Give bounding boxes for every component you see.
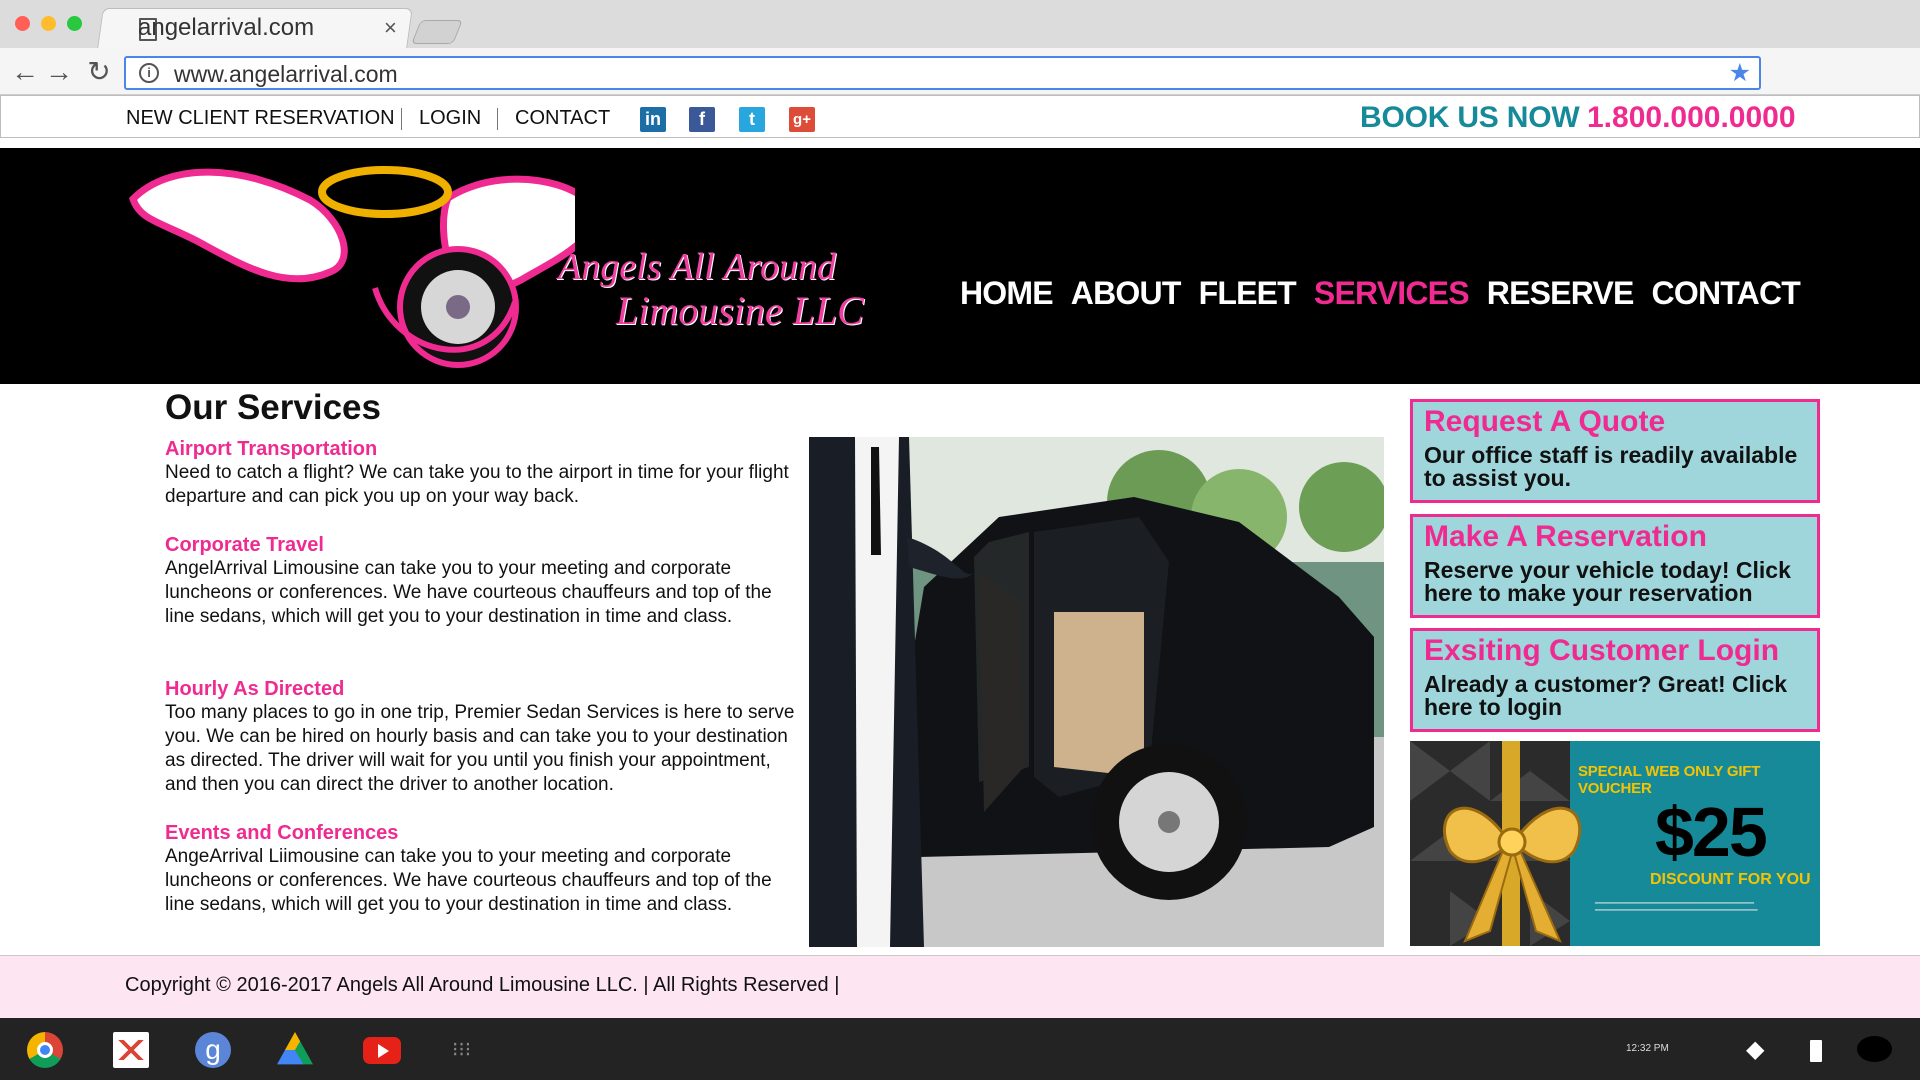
battery-icon[interactable] — [1810, 1040, 1822, 1062]
close-window-button[interactable] — [15, 16, 30, 31]
service-description: Need to catch a flight? We can take you … — [165, 462, 789, 507]
service-heading: Corporate Travel — [165, 534, 324, 556]
customer-login-title[interactable]: Exsiting Customer Login — [1413, 631, 1817, 667]
service-hourly: Hourly As Directed Too many places to go… — [165, 677, 805, 797]
site-footer: Copyright © 2016-2017 Angels All Around … — [0, 955, 1920, 1018]
main-navigation: HOME ABOUT FLEET SERVICES RESERVE CONTAC… — [960, 275, 1801, 312]
book-us-now-text: BOOK US NOW — [1360, 101, 1580, 134]
address-bar[interactable]: i www.angelarrival.com ★ — [124, 56, 1761, 90]
service-events: Events and Conferences AngeArrival Liimo… — [165, 821, 805, 917]
new-client-reservation-link[interactable]: NEW CLIENT RESERVATION — [126, 107, 395, 130]
logo-text-line-2: Limousine LLC — [616, 288, 864, 333]
service-description: AngeArrival Liimousine can take you to y… — [165, 846, 772, 915]
chauffeur-car-illustration — [809, 437, 1384, 947]
chrome-icon[interactable] — [27, 1032, 63, 1068]
service-airport: Airport Transportation Need to catch a f… — [165, 437, 805, 509]
minimize-window-button[interactable] — [41, 16, 56, 31]
bookmark-star-icon[interactable]: ★ — [1729, 58, 1751, 88]
utility-bar: NEW CLIENT RESERVATION LOGIN CONTACT in … — [0, 95, 1920, 138]
nav-services[interactable]: SERVICES — [1314, 275, 1470, 312]
make-reservation-title[interactable]: Make A Reservation — [1413, 517, 1817, 553]
back-icon[interactable]: ← — [8, 56, 42, 88]
service-heading: Events and Conferences — [165, 822, 399, 844]
service-corporate-travel: Corporate Travel AngelArrival Limousine … — [165, 533, 805, 629]
divider — [497, 108, 498, 130]
service-description: AngelArrival Limousine can take you to y… — [165, 558, 772, 627]
google-search-icon[interactable]: g — [195, 1032, 231, 1068]
limousine-photo — [809, 437, 1384, 947]
tab-title: angelarrival.com — [138, 14, 315, 41]
page-title: Our Services — [165, 388, 381, 427]
wifi-icon[interactable]: ◆ — [1746, 1032, 1782, 1068]
browser-title-bar: angelarrival.com × — [0, 0, 1920, 48]
request-quote-text[interactable]: Our office staff is readily available to… — [1413, 438, 1817, 490]
voucher-discount-text: DISCOUNT FOR YOU — [1650, 871, 1811, 888]
clock-time[interactable]: 12:32 PM — [1626, 1043, 1669, 1054]
gmail-icon[interactable] — [113, 1032, 149, 1068]
contact-link[interactable]: CONTACT — [515, 107, 610, 130]
youtube-icon[interactable] — [363, 1037, 401, 1064]
linkedin-icon[interactable]: in — [640, 107, 666, 132]
info-icon[interactable]: i — [139, 63, 159, 83]
make-reservation-text[interactable]: Reserve your vehicle today! Click here t… — [1413, 553, 1817, 605]
profile-avatar[interactable] — [1857, 1036, 1892, 1062]
service-heading: Airport Transportation — [165, 438, 378, 460]
twitter-icon[interactable]: t — [739, 107, 765, 132]
nav-about[interactable]: ABOUT — [1071, 275, 1182, 312]
app-launcher-icon[interactable]: ⁝⁝⁝ — [452, 1032, 488, 1068]
customer-login-box[interactable]: Exsiting Customer Login Already a custom… — [1410, 628, 1820, 732]
logo-text-line-1: Angels All Around — [558, 246, 836, 288]
copyright-text: Copyright © 2016-2017 Angels All Around … — [125, 974, 840, 996]
facebook-icon[interactable]: f — [689, 107, 715, 132]
login-link[interactable]: LOGIN — [419, 107, 481, 130]
request-quote-title[interactable]: Request A Quote — [1413, 402, 1817, 438]
voucher-amount: $25 — [1655, 793, 1768, 871]
nav-reserve[interactable]: RESERVE — [1487, 275, 1635, 312]
service-heading: Hourly As Directed — [165, 678, 345, 700]
new-tab-button[interactable] — [411, 20, 463, 44]
chrome-os-shelf: g ⁝⁝⁝ 12:32 PM ◆ — [0, 1018, 1920, 1080]
nav-contact[interactable]: CONTACT — [1652, 275, 1801, 312]
divider — [401, 108, 402, 130]
gift-voucher-banner[interactable]: SPECIAL WEB ONLY GIFT VOUCHER $25 DISCOU… — [1410, 741, 1820, 946]
make-reservation-box[interactable]: Make A Reservation Reserve your vehicle … — [1410, 514, 1820, 618]
nav-fleet[interactable]: FLEET — [1199, 275, 1297, 312]
request-quote-box[interactable]: Request A Quote Our office staff is read… — [1410, 399, 1820, 503]
site-header: Angels All Around Limousine LLC HOME ABO… — [0, 148, 1920, 384]
nav-home[interactable]: HOME — [960, 275, 1054, 312]
tab-close-icon[interactable]: × — [384, 15, 397, 41]
google-plus-icon[interactable]: g+ — [789, 107, 815, 132]
customer-login-text[interactable]: Already a customer? Great! Click here to… — [1413, 667, 1817, 719]
maximize-window-button[interactable] — [67, 16, 82, 31]
browser-toolbar: ← → ↻ i www.angelarrival.com ★ ▣ ◆ ☁ ⋮ — [0, 48, 1920, 131]
service-description: Too many places to go in one trip, Premi… — [165, 702, 795, 795]
forward-icon[interactable]: → — [42, 56, 76, 88]
voucher-fine-print: ━━━━━━━━━━━━━━━━━━━━━━━━━━━━━━━━━━━━━━━━… — [1595, 901, 1758, 914]
google-drive-icon[interactable] — [277, 1032, 313, 1065]
angel-wheel-logo[interactable] — [125, 152, 575, 384]
phone-number[interactable]: 1.800.000.0000 — [1587, 101, 1796, 135]
web-page: NEW CLIENT RESERVATION LOGIN CONTACT in … — [0, 95, 1920, 1018]
reload-icon[interactable]: ↻ — [82, 56, 116, 88]
url-text[interactable]: www.angelarrival.com — [174, 61, 398, 88]
